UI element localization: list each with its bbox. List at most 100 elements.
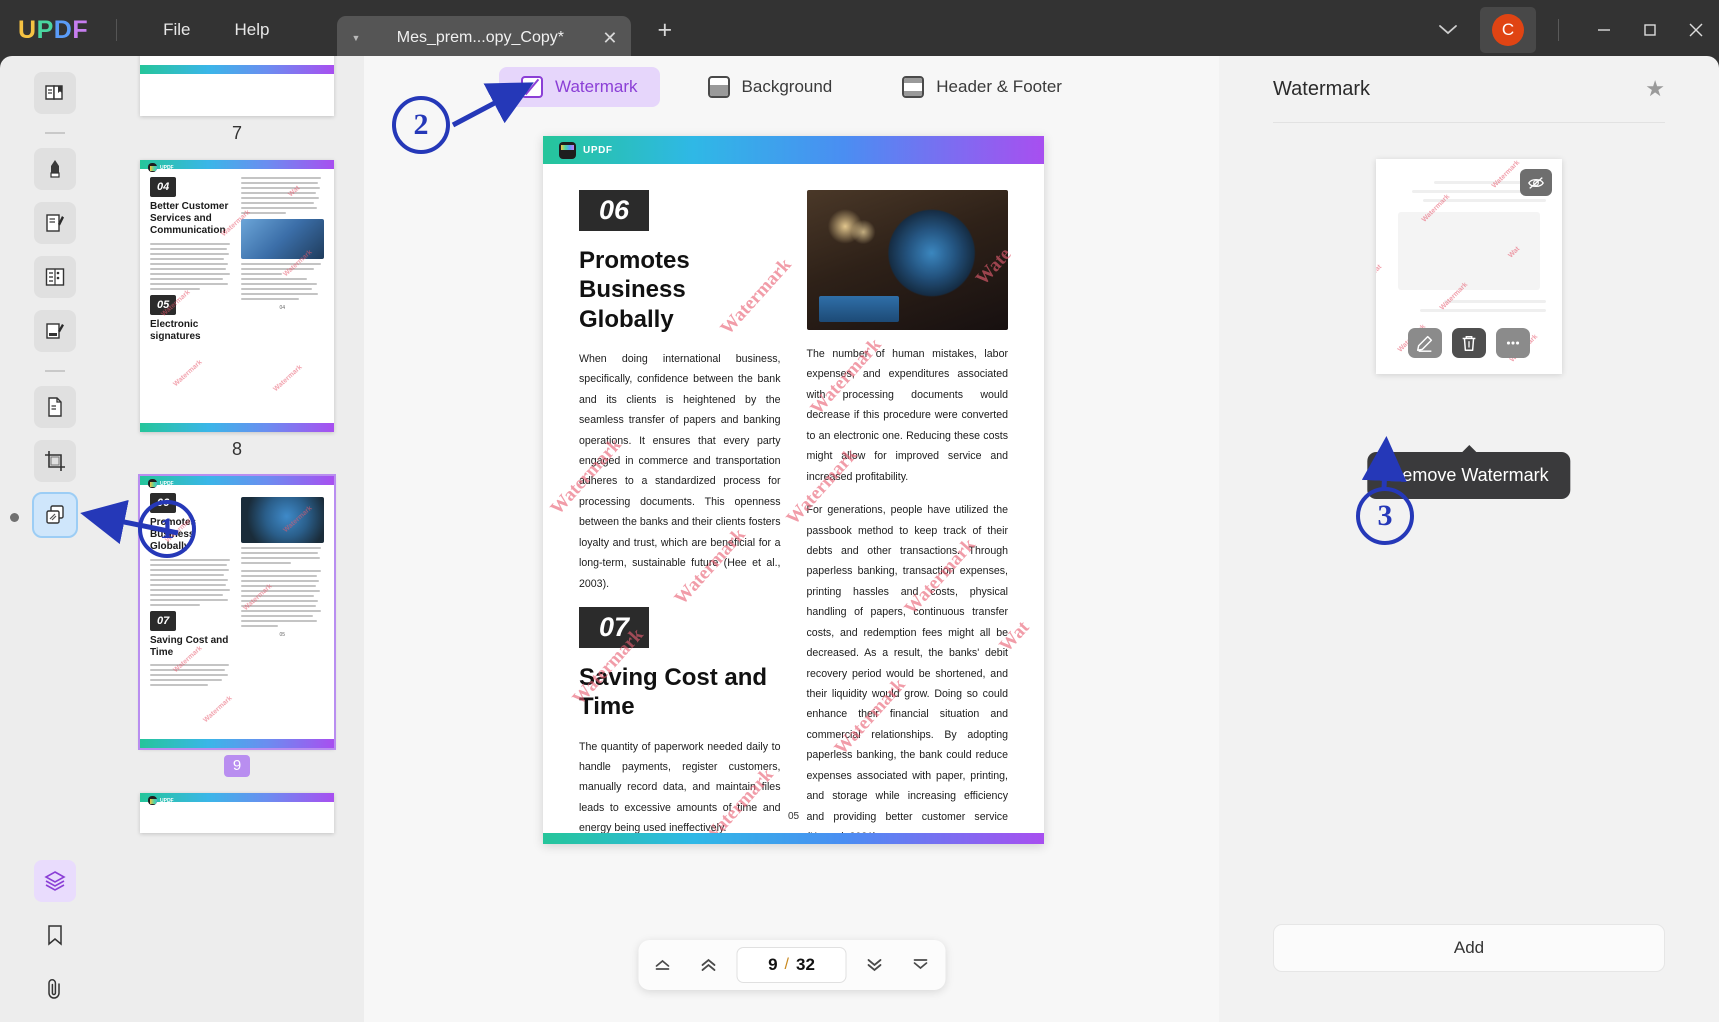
thumbnail-number-8: 8 — [231, 439, 242, 459]
thumb-heading-2: Saving Cost and Time — [150, 634, 229, 658]
book-reader-icon — [45, 85, 63, 100]
rail-divider-1 — [45, 132, 65, 134]
thumb-page-label: 04 — [279, 305, 286, 311]
close-icon[interactable]: ✕ — [602, 28, 617, 49]
prev-page-icon[interactable] — [691, 947, 727, 983]
more-dots-icon — [1506, 341, 1520, 345]
document-page[interactable]: UPDF 06 Promotes Business Globally When … — [543, 136, 1044, 844]
chevron-down-icon[interactable]: ▼ — [351, 33, 360, 43]
titlebar-divider — [116, 19, 118, 41]
thumbnail-number-7: 7 — [231, 123, 242, 143]
document-brand: UPDF — [583, 144, 613, 156]
add-watermark-button[interactable]: Add — [1273, 924, 1665, 972]
document-tab[interactable]: ▼ Mes_prem...opy_Copy* ✕ — [337, 16, 632, 60]
more-options-button[interactable] — [1496, 328, 1530, 358]
eye-off-icon[interactable] — [1520, 169, 1552, 196]
page-body: 06 Promotes Business Globally When doing… — [543, 164, 1044, 844]
updf-logo-icon — [559, 141, 576, 159]
next-page-icon[interactable] — [857, 947, 893, 983]
right-panel-divider — [1273, 122, 1665, 123]
thumb-heading: Better Customer Services and Communicati… — [150, 201, 229, 237]
annotation-arrow-3 — [1361, 436, 1407, 489]
thumb-brand: UPDF — [148, 796, 174, 805]
section-heading-saving: Saving Cost and Time — [579, 664, 768, 721]
sidebar-item-forms[interactable] — [34, 256, 76, 298]
sidebar-item-highlight[interactable] — [34, 148, 76, 190]
thumb-section-chip-2: 07 — [150, 610, 177, 631]
thumb-page-label: 06 — [150, 56, 324, 57]
sidebar-item-attachment[interactable] — [34, 968, 76, 1010]
thumbnail-page-7[interactable]: effects on the bank (Kumar, 2023) 06 Wat… — [140, 56, 334, 116]
sidebar-item-crop[interactable] — [34, 440, 76, 482]
annotation-marker-3: 3 — [1356, 487, 1414, 545]
header-footer-icon — [902, 76, 925, 98]
page-separator: / — [784, 956, 789, 973]
panel-collapse-handle[interactable] — [10, 513, 19, 522]
tab-background[interactable]: Background — [686, 67, 855, 107]
sidebar-item-reader[interactable] — [34, 72, 76, 114]
chevron-down-icon[interactable] — [1416, 20, 1480, 41]
trash-icon — [1462, 335, 1476, 351]
annotate-pen-icon — [46, 323, 64, 339]
star-icon[interactable]: ★ — [1645, 76, 1665, 102]
annotation-arrow-1 — [80, 499, 179, 545]
current-page: 9 — [768, 955, 778, 974]
page-number-input[interactable]: 9 / 32 — [736, 947, 847, 983]
logo-letter-f: F — [72, 15, 89, 44]
sidebar-item-organize-pages[interactable] — [34, 386, 76, 428]
tab-header-footer-label: Header & Footer — [936, 77, 1062, 96]
rail-divider-2 — [45, 370, 65, 372]
account-button[interactable]: C — [1480, 7, 1536, 53]
thumb-page-label: 05 — [279, 632, 286, 638]
delete-watermark-button[interactable] — [1452, 328, 1486, 358]
page-right-column: The number of human mistakes, labor expe… — [806, 190, 1008, 844]
right-panel-header: Watermark ★ — [1273, 56, 1665, 122]
main-content: Watermark Background Header & Footer UPD… — [364, 56, 1219, 1022]
menu-file[interactable]: File — [141, 12, 212, 48]
logo-letter-d: D — [53, 15, 73, 44]
page-title: Watermark — [1273, 77, 1371, 100]
paragraph-left-2: The quantity of paperwork needed daily t… — [579, 740, 781, 835]
new-tab-button[interactable]: + — [657, 16, 672, 45]
tab-watermark-label: Watermark — [555, 77, 638, 96]
thumb-text-lines — [150, 663, 234, 686]
section-number-06: 06 — [579, 190, 650, 231]
section-heading-promotes: Promotes Business Globally — [579, 247, 690, 333]
sidebar-item-bookmark[interactable] — [34, 914, 76, 956]
logo-letter-p: P — [36, 15, 54, 44]
menu-help[interactable]: Help — [213, 12, 292, 48]
edit-document-icon — [46, 214, 64, 232]
stacked-layers-icon — [44, 871, 66, 891]
page-header-band: UPDF — [543, 136, 1044, 164]
edit-watermark-button[interactable] — [1408, 328, 1442, 358]
maximize-icon[interactable] — [1627, 0, 1673, 60]
last-page-icon[interactable] — [903, 947, 939, 983]
tab-background-label: Background — [741, 77, 833, 96]
thumbnail-number-9: 9 — [224, 755, 250, 777]
titlebar-right-controls: C — [1416, 0, 1719, 60]
sidebar-item-edit-pdf[interactable] — [34, 202, 76, 244]
thumb-text-lines — [150, 558, 234, 606]
thumb-gradient-footer — [140, 423, 334, 432]
minimize-icon[interactable] — [1581, 0, 1627, 60]
page-copy-icon — [48, 397, 62, 417]
page-footer-band — [543, 833, 1044, 844]
background-icon — [707, 76, 730, 98]
document-tab-title: Mes_prem...opy_Copy* — [396, 29, 564, 46]
tab-header-footer[interactable]: Header & Footer — [880, 67, 1084, 107]
close-icon[interactable] — [1673, 0, 1719, 60]
watermark-preview-card[interactable]: Watermark Watermark Wat Watermark Waterm… — [1376, 159, 1562, 374]
paragraph-left-1: When doing international business, speci… — [579, 352, 781, 590]
thumb-image — [240, 219, 324, 259]
first-page-icon[interactable] — [645, 947, 681, 983]
title-bar: U P D F File Help ▼ Mes_prem...opy_Copy*… — [0, 0, 1719, 60]
watermark-action-buttons — [1376, 328, 1562, 358]
watermark-layers-icon — [46, 505, 64, 524]
form-list-icon — [45, 268, 65, 286]
thumbnail-page-next[interactable]: UPDF — [140, 793, 334, 833]
sidebar-item-comment[interactable] — [34, 310, 76, 352]
sidebar-item-layers[interactable] — [34, 860, 76, 902]
thumb-heading-2: Electronic signatures — [150, 318, 201, 342]
document-page-number: 05 — [787, 811, 800, 822]
thumbnail-page-8[interactable]: UPDF 04 Better Customer Services and Com… — [140, 160, 334, 432]
